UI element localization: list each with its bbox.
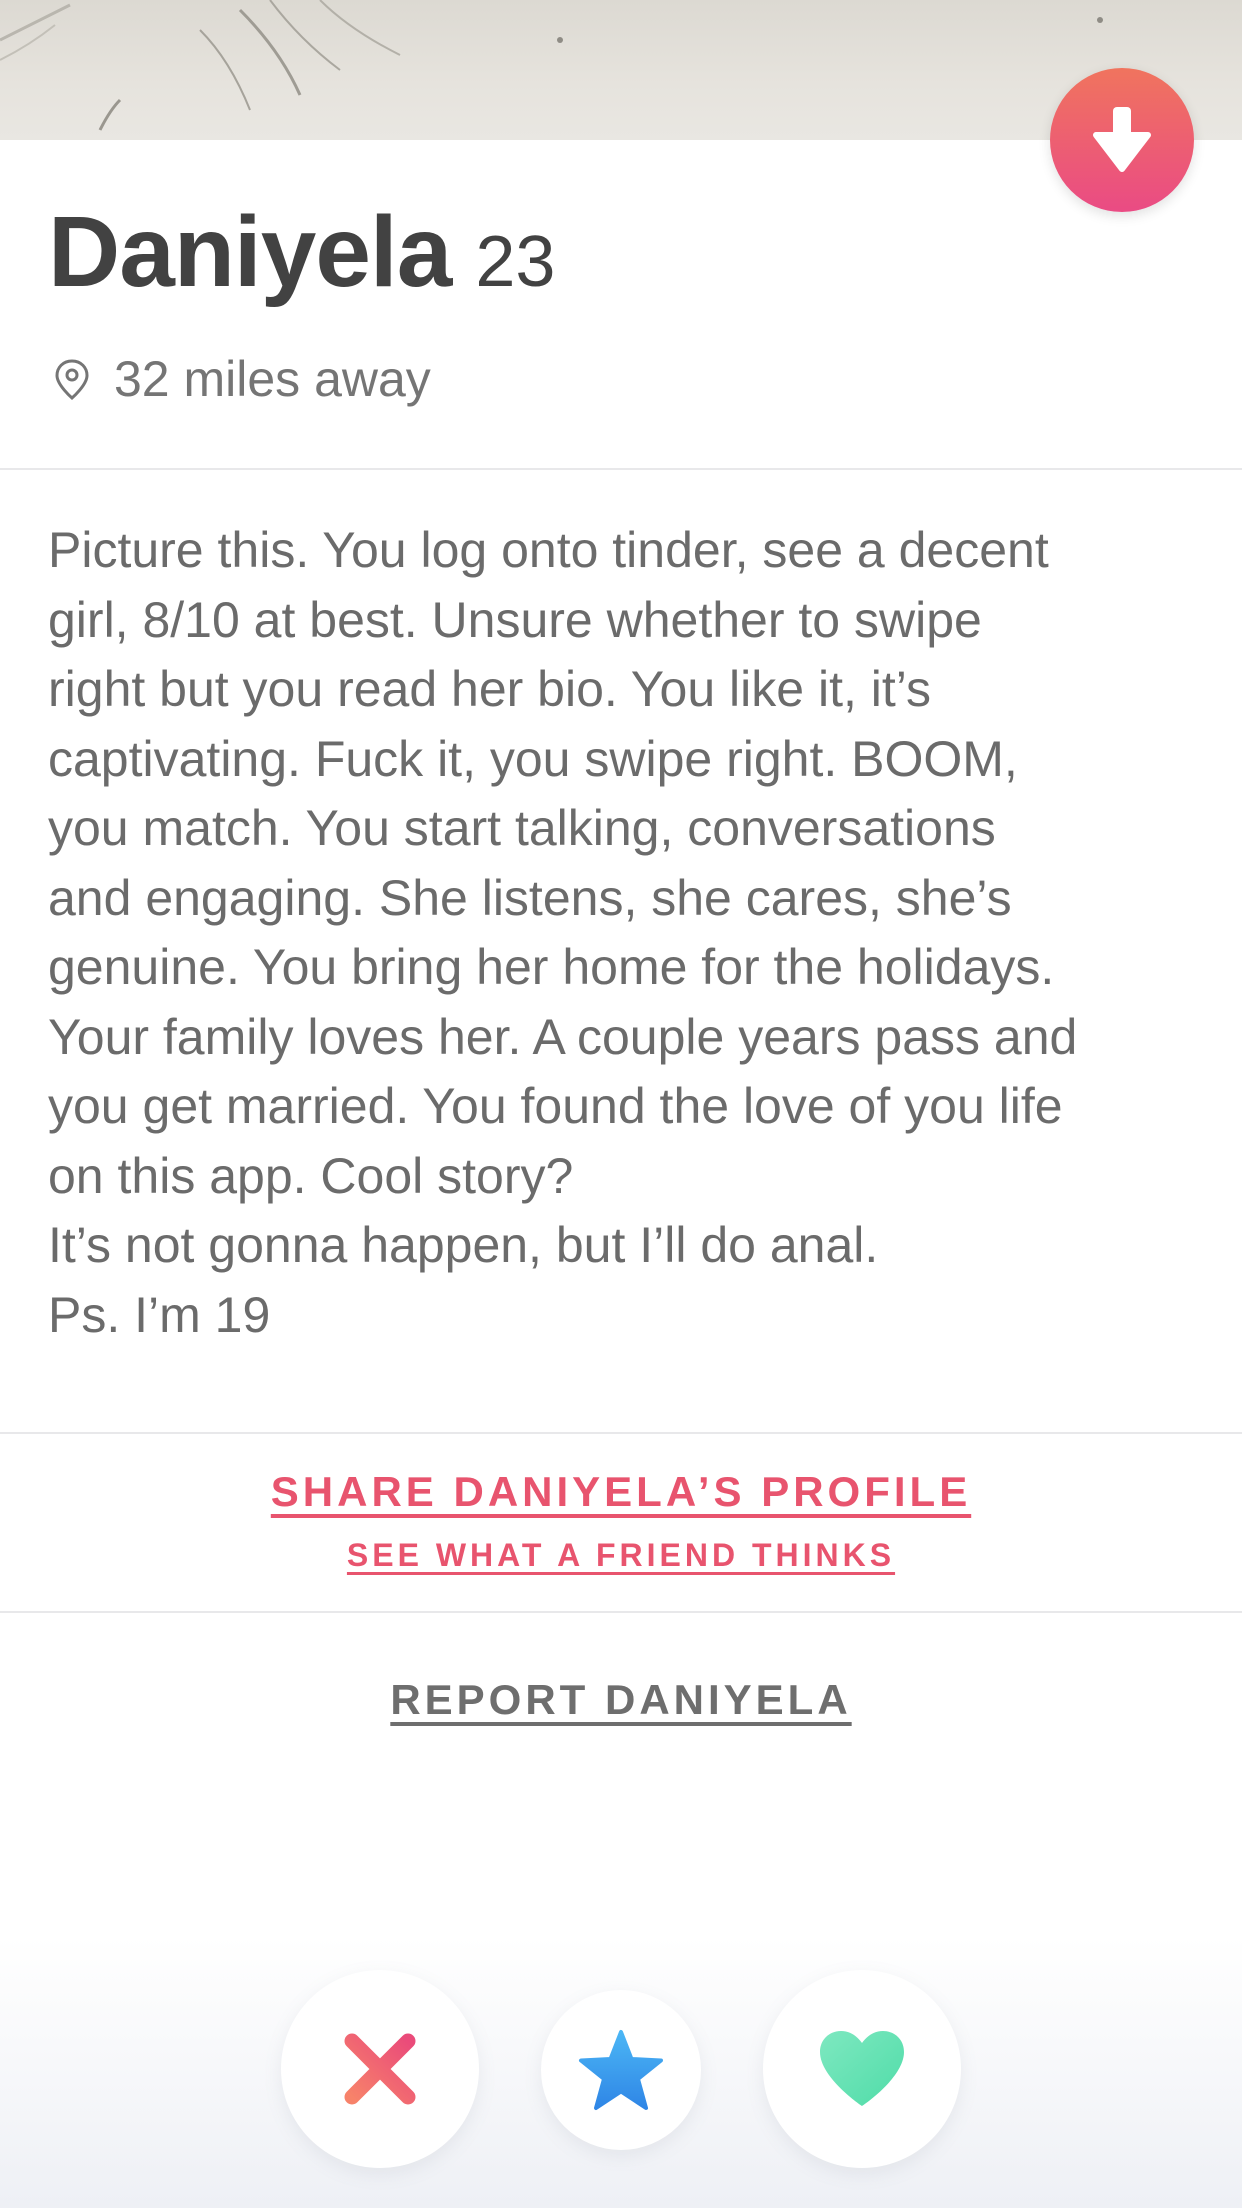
super-like-button[interactable]	[541, 1990, 701, 2150]
profile-header: Daniyela 23	[48, 195, 555, 310]
profile-bio: Picture this. You log onto tinder, see a…	[48, 516, 1218, 1350]
bio-line: It’s not gonna happen, but I’ll do anal.	[48, 1217, 879, 1273]
x-icon	[344, 2033, 416, 2105]
star-icon	[579, 2030, 663, 2110]
bio-line: Picture this. You log onto tinder, see a…	[48, 522, 1049, 578]
bio-line: right but you read her bio. You like it,…	[48, 661, 931, 717]
divider	[0, 1432, 1242, 1434]
bio-line: you match. You start talking, conversati…	[48, 800, 996, 856]
profile-age: 23	[475, 222, 556, 302]
bio-line: captivating. Fuck it, you swipe right. B…	[48, 730, 1018, 787]
bio-line: genuine. You bring her home for the holi…	[48, 939, 1055, 995]
name-row: Daniyela 23	[48, 195, 555, 310]
distance-row: 32 miles away	[48, 350, 431, 408]
nope-button[interactable]	[281, 1970, 479, 2168]
profile-name: Daniyela	[48, 196, 452, 308]
share-profile-link[interactable]: SHARE DANIYELA’S PROFILE	[0, 1468, 1242, 1516]
see-what-friend-thinks-link[interactable]: SEE WHAT A FRIEND THINKS	[0, 1537, 1242, 1574]
arrow-down-icon	[1093, 107, 1151, 172]
bio-line: and engaging. She listens, she cares, sh…	[48, 869, 1012, 926]
bio-line: Ps. I’m 19	[48, 1286, 271, 1343]
bio-line: girl, 8/10 at best. Unsure whether to sw…	[48, 591, 982, 648]
heart-icon	[820, 2031, 904, 2106]
distance-text: 32 miles away	[114, 351, 431, 407]
bio-line: Your family loves her. A couple years pa…	[48, 1008, 1078, 1065]
like-button[interactable]	[763, 1970, 961, 2168]
location-pin-icon	[55, 359, 89, 400]
bio-line: on this app. Cool story?	[48, 1147, 574, 1204]
divider	[0, 1611, 1242, 1613]
bio-line: you get married. You found the love of y…	[48, 1078, 1063, 1134]
collapse-profile-button[interactable]	[1050, 68, 1194, 212]
report-profile-link[interactable]: REPORT DANIYELA	[0, 1676, 1242, 1724]
divider	[0, 468, 1242, 470]
